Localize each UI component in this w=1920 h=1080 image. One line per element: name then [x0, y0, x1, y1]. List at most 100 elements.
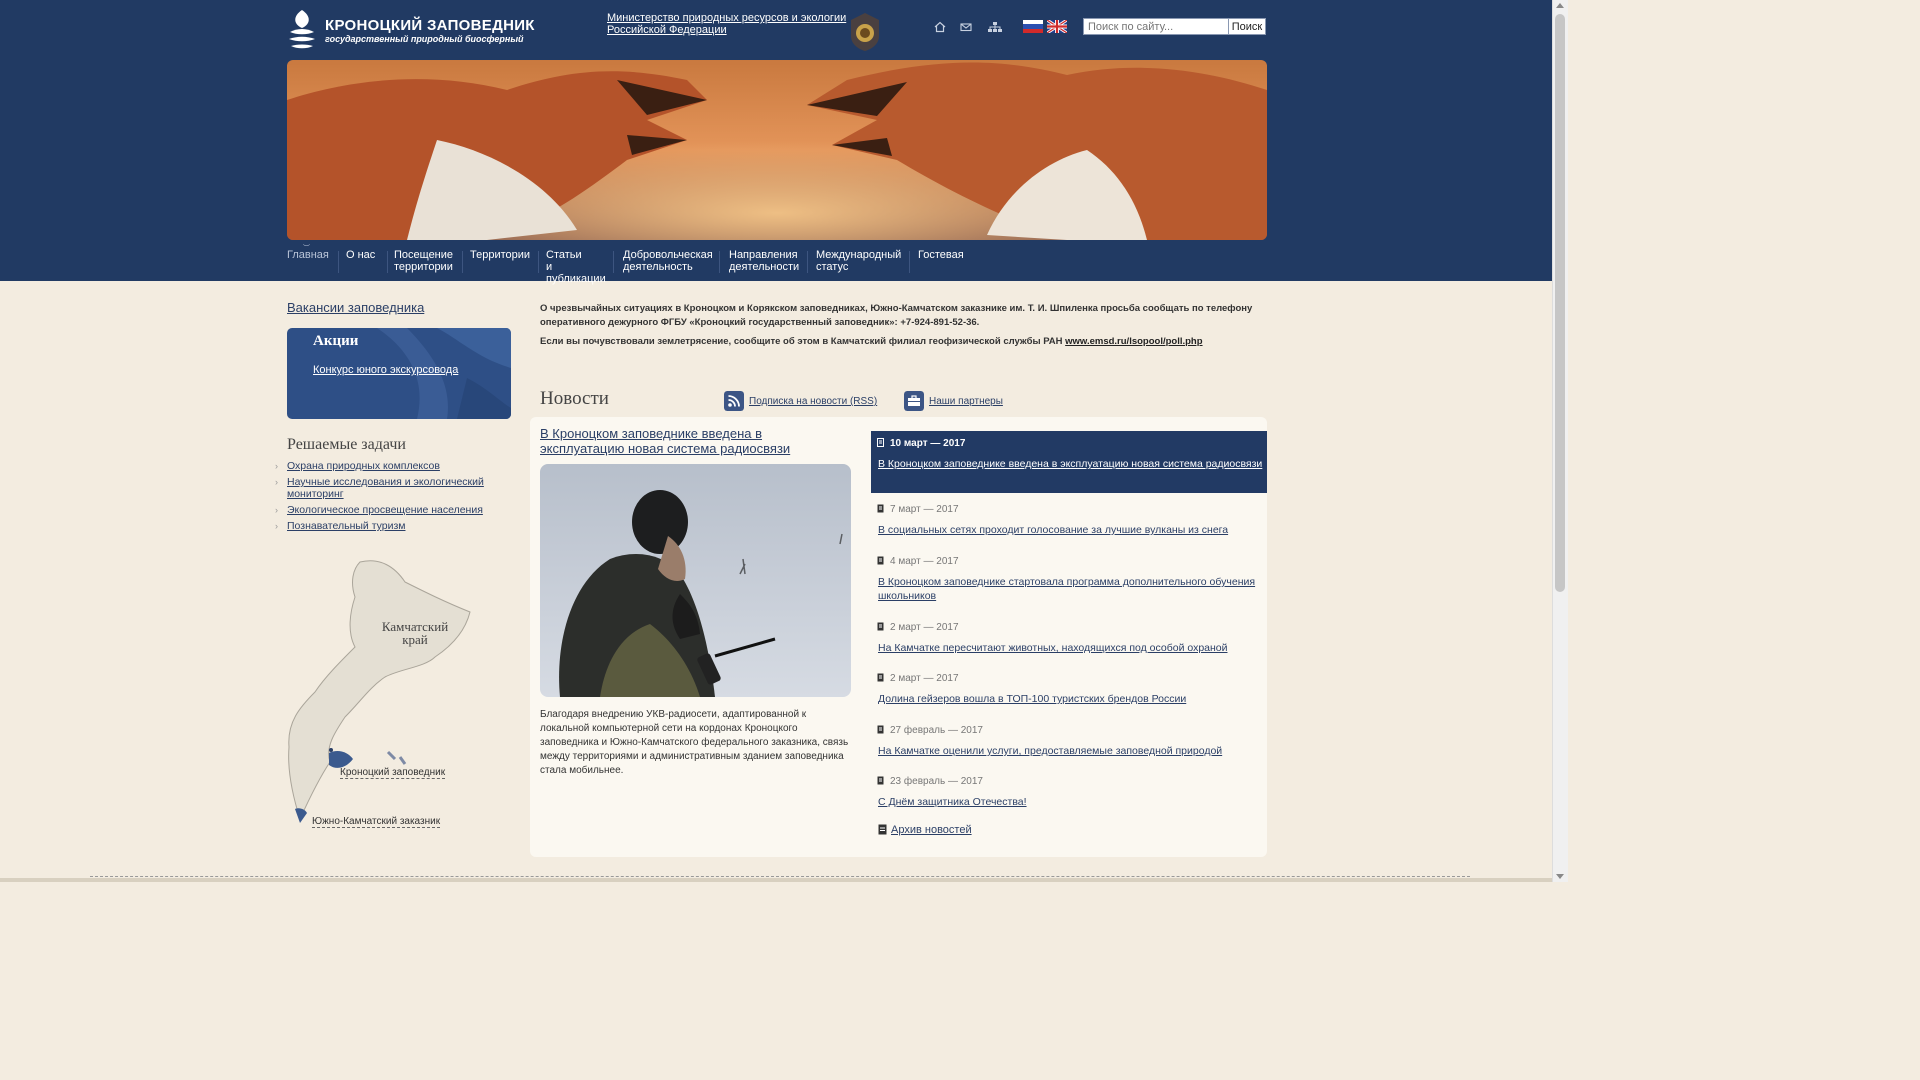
nav-item-international[interactable]: Международный статус	[816, 249, 901, 273]
nav-item-directions[interactable]: Направления деятельности	[729, 249, 799, 273]
nav-separator	[338, 251, 339, 273]
logo-subtitle: государственный природный биосферный	[325, 34, 524, 44]
footer-strip	[0, 878, 1553, 882]
nav-item-home[interactable]: ︶ Главная	[287, 245, 329, 261]
nav-item-visit[interactable]: Посещение территории	[394, 249, 453, 273]
nav-separator	[462, 251, 463, 273]
document-icon	[878, 824, 887, 835]
document-icon	[877, 622, 884, 631]
scroll-up-arrow-icon[interactable]	[1556, 3, 1564, 8]
partners-link[interactable]: Наши партнеры	[929, 396, 1003, 407]
task-link[interactable]: Охрана природных комплексов	[287, 460, 440, 472]
actions-contest-link[interactable]: Конкурс юного экскурсовода	[313, 364, 458, 376]
nav-separator	[909, 251, 910, 273]
task-link[interactable]: Экологическое просвещение населения	[287, 504, 483, 516]
nav-item-territories[interactable]: Территории	[470, 249, 530, 261]
nav-item-label: статус	[816, 261, 849, 273]
banner-illustration	[287, 60, 1267, 240]
featured-news-image[interactable]	[540, 464, 851, 697]
rss-icon	[724, 391, 744, 411]
document-icon	[877, 504, 884, 513]
ministry-link[interactable]: Министерство природных ресурсов и эколог…	[607, 12, 846, 36]
news-link[interactable]: С Днём защитника Отечества!	[878, 795, 1263, 809]
nav-item-label: Международный	[816, 249, 902, 261]
nav-separator	[538, 251, 539, 273]
ministry-link-line2[interactable]: Российской Федерации	[607, 24, 846, 36]
document-icon	[877, 673, 884, 682]
briefcase-icon	[904, 391, 924, 411]
actions-title: Акции	[313, 333, 359, 349]
footer-divider	[90, 876, 1470, 877]
nav-separator	[387, 251, 388, 273]
nav-item-label: О нас	[346, 249, 376, 261]
news-date: 7 март — 2017	[890, 504, 959, 515]
nav-item-volunteer[interactable]: Добровольческая деятельность	[623, 249, 713, 273]
kamchatka-map-shape	[288, 560, 471, 823]
news-link[interactable]: На Камчатке оценили услуги, предоставляе…	[878, 744, 1263, 758]
task-link[interactable]: Научные исследования и экологический мон…	[287, 476, 484, 500]
nav-item-label: территории	[394, 261, 453, 273]
news-item-highlighted[interactable]: 10 март — 2017 В Кроноцком заповеднике в…	[871, 431, 1267, 493]
en-flag-icon[interactable]	[1047, 20, 1067, 33]
nav-separator	[719, 251, 720, 273]
bullet-icon: ›	[275, 461, 278, 471]
list-item: › Охрана природных комплексов	[275, 460, 515, 472]
nav-item-label: Территории	[470, 249, 531, 261]
vacancies-link[interactable]: Вакансии заповедника	[287, 300, 424, 315]
nav-item-articles[interactable]: Статьи и публикации	[546, 249, 606, 285]
nav-item-label: Добровольческая	[623, 249, 713, 261]
task-link[interactable]: Познавательный туризм	[287, 520, 406, 532]
map-south-kamchatka-link[interactable]: Южно-Камчатский заказник	[312, 816, 441, 828]
ru-flag-icon[interactable]	[1023, 20, 1043, 33]
news-link[interactable]: В Кроноцком заповеднике стартовала прогр…	[878, 575, 1263, 603]
header-banner-foxes	[287, 60, 1267, 240]
actions-box: Акции Конкурс юного экскурсовода	[287, 328, 511, 419]
search-button[interactable]: Поиск	[1228, 18, 1266, 35]
news-link[interactable]: На Камчатке пересчитают животных, находя…	[878, 641, 1263, 655]
kamchatka-map[interactable]: Камчатский край Кроноцкий заповедник Южн…	[285, 557, 485, 828]
home-icon[interactable]	[934, 20, 946, 38]
search-input[interactable]	[1083, 18, 1229, 35]
news-date: 4 март — 2017	[890, 556, 959, 567]
nav-item-label: деятельность	[623, 261, 693, 273]
bullet-icon: ›	[275, 505, 278, 515]
list-item: › Экологическое просвещение населения	[275, 504, 515, 516]
news-link[interactable]: В Кроноцком заповеднике введена в эксплу…	[878, 457, 1263, 471]
document-icon	[877, 438, 884, 447]
nav-item-label: Статьи	[546, 249, 582, 261]
document-icon	[877, 556, 884, 565]
emergency-text: О чрезвычайных ситуациях в Кроноцком и К…	[540, 303, 1253, 328]
document-icon	[877, 776, 884, 785]
featured-news-title[interactable]: В Кроноцком заповеднике введена в эксплу…	[540, 426, 830, 456]
vertical-scrollbar[interactable]	[1552, 0, 1568, 882]
nav-item-guestbook[interactable]: Гостевая	[918, 249, 964, 261]
bullet-icon: ›	[275, 477, 278, 487]
news-date: 23 февраль — 2017	[890, 776, 983, 787]
nav-item-label: Направления	[729, 249, 798, 261]
ministry-emblem-icon[interactable]	[848, 12, 882, 52]
nav-separator	[613, 251, 614, 273]
ministry-link-line1[interactable]: Министерство природных ресурсов и эколог…	[607, 12, 846, 24]
sitemap-icon[interactable]	[987, 20, 1003, 38]
news-link[interactable]: В социальных сетях проходит голосование …	[878, 523, 1263, 537]
site-logo[interactable]: КРОНОЦКИЙ ЗАПОВЕДНИК государственный при…	[287, 8, 534, 50]
earthquake-link[interactable]: www.emsd.ru/lsopool/poll.php	[1065, 336, 1202, 347]
scroll-down-arrow-icon[interactable]	[1556, 874, 1564, 879]
logo-title: КРОНОЦКИЙ ЗАПОВЕДНИК	[325, 17, 535, 34]
nav-item-label: и	[546, 261, 553, 273]
fish-logo-icon	[289, 10, 315, 49]
nav-item-about[interactable]: О нас	[346, 249, 375, 261]
earthquake-notice: Если вы почувствовали землетрясение, соо…	[540, 335, 1270, 349]
rss-link[interactable]: Подписка на новости (RSS)	[749, 396, 877, 407]
news-date: 10 март — 2017	[890, 438, 966, 449]
news-link[interactable]: Долина гейзеров вошла в ТОП-100 туристск…	[878, 692, 1263, 706]
nav-active-caret-icon: ︶	[303, 245, 310, 252]
mail-icon[interactable]	[960, 20, 972, 38]
scrollbar-thumb[interactable]	[1555, 14, 1565, 592]
news-date: 2 март — 2017	[890, 673, 959, 684]
news-section-title: Новости	[540, 388, 609, 409]
nav-item-label: Гостевая	[918, 249, 964, 261]
news-archive-link[interactable]: Архив новостей	[891, 824, 972, 836]
map-kronotsky-link[interactable]: Кроноцкий заповедник	[340, 767, 446, 779]
emergency-notice: О чрезвычайных ситуациях в Кроноцком и К…	[540, 302, 1270, 354]
